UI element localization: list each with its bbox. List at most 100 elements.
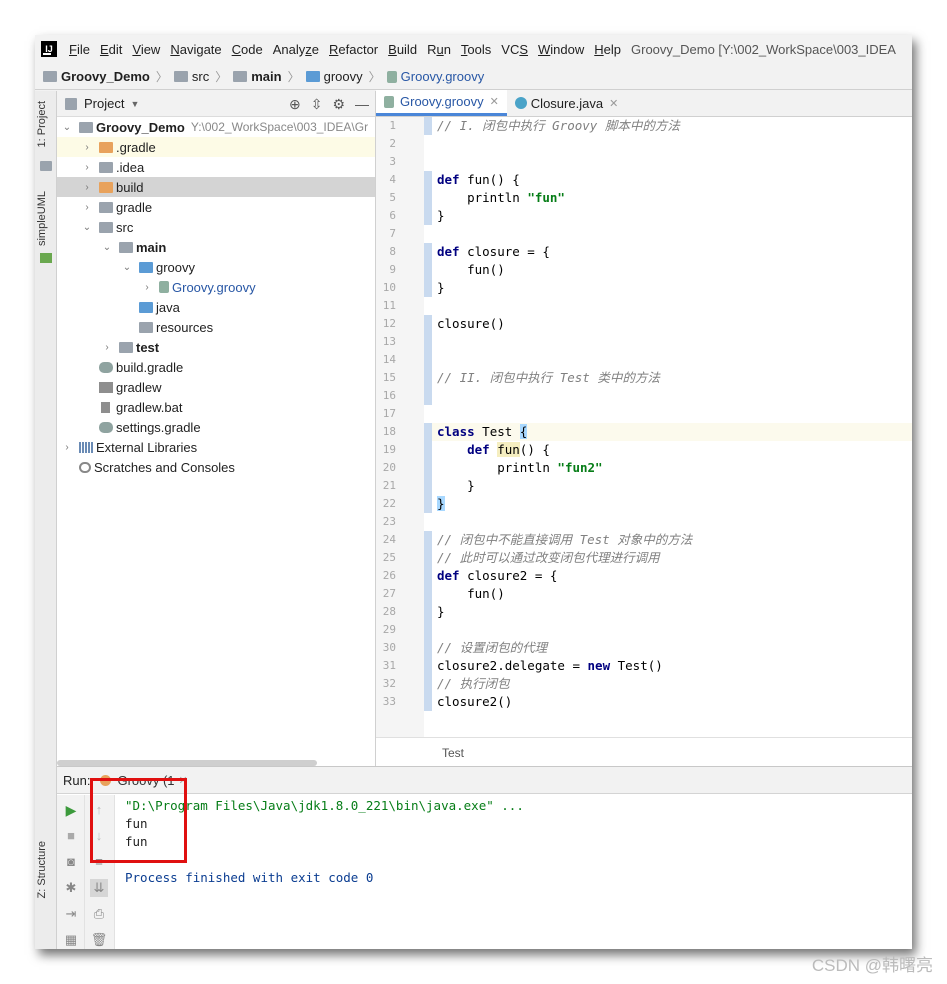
tree-item-gradlew[interactable]: gradlew — [57, 377, 375, 397]
tree-item-groovy-file[interactable]: › Groovy.groovy — [57, 277, 375, 297]
tree-item-gradlew-bat[interactable]: gradlew.bat — [57, 397, 375, 417]
run-toolbar-primary: ▶ ■ ◙ ✱ ⇥ ▦ — [57, 795, 85, 949]
editor-breadcrumb[interactable]: Test — [376, 737, 912, 766]
tab-groovy-groovy[interactable]: Groovy.groovy ✕ — [376, 90, 507, 116]
menu-view[interactable]: View — [132, 42, 160, 57]
breadcrumb-project[interactable]: Groovy_Demo — [43, 69, 150, 84]
chevron-down-icon[interactable]: ⌄ — [81, 222, 93, 233]
code-line: def closure = { — [437, 244, 550, 259]
close-icon[interactable]: ✕ — [609, 97, 618, 110]
chevron-right-icon[interactable]: › — [81, 142, 93, 153]
gradle-elephant-icon — [99, 361, 113, 373]
menu-refactor[interactable]: Refactor — [329, 42, 378, 57]
fold-marker[interactable] — [424, 315, 432, 405]
breadcrumb-main[interactable]: main — [233, 69, 282, 84]
code-line: closure2() — [437, 694, 513, 709]
chevron-down-icon[interactable]: ⌄ — [101, 242, 113, 253]
tab-simpleuml[interactable]: simpleUML — [36, 191, 48, 246]
chevron-right-icon[interactable]: › — [141, 282, 153, 293]
debug-icon[interactable]: ✱ — [62, 879, 80, 897]
groovy-file-icon — [384, 95, 394, 108]
chevron-right-icon[interactable]: › — [81, 182, 93, 193]
breadcrumb-file[interactable]: Groovy.groovy — [386, 69, 484, 84]
rerun-icon[interactable]: ▶ — [62, 801, 80, 819]
menu-bar: IJ File Edit View Navigate Code Analyze … — [35, 35, 912, 63]
collapse-icon[interactable]: ⇳ — [311, 96, 323, 113]
layout-icon[interactable]: ▦ — [62, 931, 80, 949]
menu-analyze[interactable]: Analyze — [273, 42, 319, 57]
menu-code[interactable]: Code — [232, 42, 263, 57]
chevron-right-icon: 〉 — [155, 70, 168, 84]
tree-item-src[interactable]: ⌄ src — [57, 217, 375, 237]
close-icon[interactable]: ✕ — [490, 95, 499, 108]
code-line: // 设置闭包的代理 — [437, 640, 548, 655]
text-file-icon — [101, 401, 110, 413]
tree-item-settings-gradle[interactable]: settings.gradle — [57, 417, 375, 437]
chevron-down-icon[interactable]: ⌄ — [121, 262, 133, 273]
fold-marker[interactable] — [424, 423, 432, 513]
folder-icon — [173, 71, 188, 82]
chevron-right-icon[interactable]: › — [101, 342, 113, 353]
stop-icon[interactable]: ■ — [62, 827, 80, 845]
tree-item-main[interactable]: ⌄ main — [57, 237, 375, 257]
groovy-file-icon — [159, 281, 169, 293]
tree-item-gradle-dir[interactable]: › .gradle — [57, 137, 375, 157]
menu-tools[interactable]: Tools — [461, 42, 491, 57]
menu-run[interactable]: Run — [427, 42, 451, 57]
tree-item-external-libraries[interactable]: › External Libraries — [57, 437, 375, 457]
tab-closure-java[interactable]: Closure.java ✕ — [507, 90, 626, 116]
code-line: // 此时可以通过改变闭包代理进行调用 — [437, 550, 660, 565]
resources-folder-icon — [139, 321, 153, 333]
fold-marker[interactable] — [424, 243, 432, 297]
menu-window[interactable]: Window — [538, 42, 584, 57]
folder-icon — [99, 201, 113, 213]
fold-marker[interactable] — [424, 117, 432, 135]
exit-icon[interactable]: ⇥ — [62, 905, 80, 923]
scroll-to-end-icon[interactable]: ⇊ — [90, 879, 108, 897]
project-view-selector[interactable]: Project — [84, 96, 124, 111]
tree-item-idea[interactable]: › .idea — [57, 157, 375, 177]
chevron-right-icon[interactable]: › — [61, 442, 73, 453]
tree-item-groovy[interactable]: ⌄ groovy — [57, 257, 375, 277]
chevron-right-icon: 〉 — [368, 70, 381, 84]
minimize-icon[interactable]: — — [355, 96, 369, 113]
trash-icon[interactable]: 🗑 — [90, 931, 108, 949]
fold-marker[interactable] — [424, 531, 432, 711]
menu-file[interactable]: File — [69, 42, 90, 57]
folder-icon — [99, 181, 113, 193]
tree-item-test[interactable]: › test — [57, 337, 375, 357]
code-line: println "fun" — [437, 190, 565, 205]
fold-marker[interactable] — [424, 171, 432, 225]
tree-item-build[interactable]: › build — [57, 177, 375, 197]
code-line: def closure2 = { — [437, 568, 558, 583]
chevron-right-icon[interactable]: › — [81, 162, 93, 173]
menu-navigate[interactable]: Navigate — [170, 42, 221, 57]
tree-item-root[interactable]: ⌄ Groovy_Demo Y:\002_WorkSpace\003_IDEA\… — [57, 117, 375, 137]
locate-icon[interactable]: ⊕ — [289, 96, 301, 113]
menu-help[interactable]: Help — [594, 42, 621, 57]
menu-edit[interactable]: Edit — [100, 42, 122, 57]
camera-icon[interactable]: ◙ — [62, 853, 80, 871]
chevron-right-icon[interactable]: › — [81, 202, 93, 213]
chevron-right-icon: 〉 — [215, 70, 228, 84]
breadcrumb: Groovy_Demo 〉 src 〉 main 〉 groovy 〉 Groo… — [35, 64, 912, 90]
menu-vcs[interactable]: VCS — [501, 42, 528, 57]
print-icon[interactable]: ⎙ — [90, 905, 108, 923]
folder-icon — [139, 261, 153, 273]
tab-structure[interactable]: Z: Structure — [36, 841, 48, 898]
code-line: } — [437, 208, 445, 223]
tree-item-java[interactable]: java — [57, 297, 375, 317]
chevron-down-icon[interactable]: ⌄ — [61, 122, 73, 133]
tree-item-scratches[interactable]: Scratches and Consoles — [57, 457, 375, 477]
breadcrumb-src[interactable]: src — [173, 69, 209, 84]
tree-item-gradle[interactable]: › gradle — [57, 197, 375, 217]
code-editor: Groovy.groovy ✕ Closure.java ✕ 1 2 3 4 5… — [376, 90, 912, 766]
tree-item-build-gradle[interactable]: build.gradle — [57, 357, 375, 377]
menu-build[interactable]: Build — [388, 42, 417, 57]
tree-item-resources[interactable]: resources — [57, 317, 375, 337]
chevron-down-icon[interactable]: ▼ — [130, 99, 139, 109]
gear-icon[interactable]: ⚙ — [332, 96, 345, 113]
code-area[interactable]: // I. 闭包中执行 Groovy 脚本中的方法 def fun() { pr… — [376, 117, 912, 737]
breadcrumb-groovy[interactable]: groovy — [305, 69, 363, 84]
tab-project[interactable]: 1: Project — [36, 101, 48, 147]
